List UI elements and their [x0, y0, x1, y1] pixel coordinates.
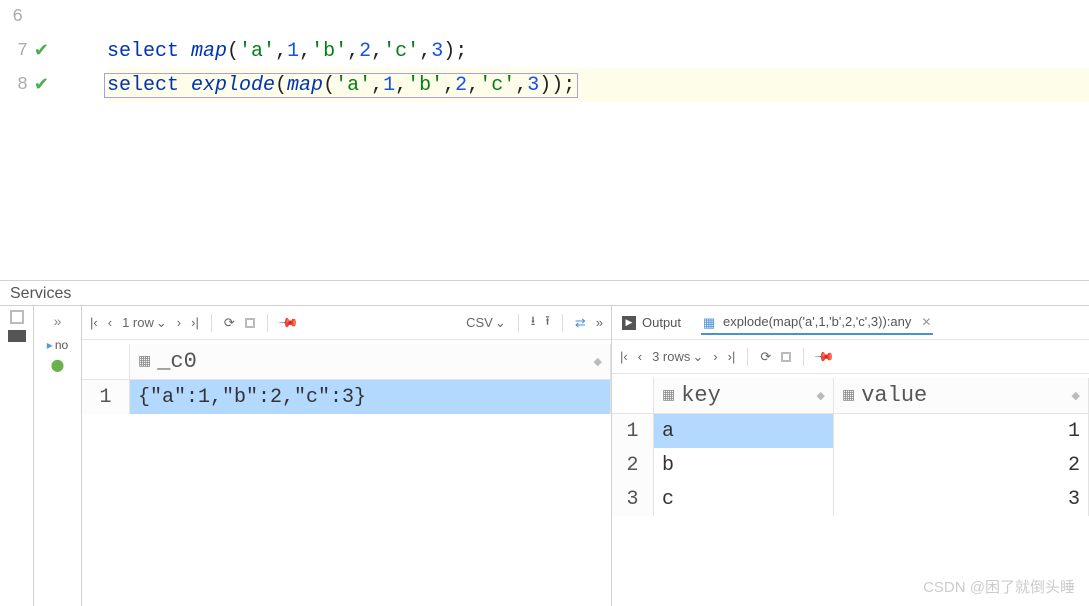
tab-output[interactable]: ▶ Output: [620, 311, 683, 334]
pin-icon[interactable]: 📌: [280, 315, 296, 331]
sort-icon[interactable]: ◆: [594, 355, 602, 369]
panel-icon[interactable]: [8, 330, 26, 342]
refresh-icon[interactable]: ⟳: [760, 349, 771, 365]
tree-item[interactable]: ▸no: [47, 338, 68, 352]
download-icon[interactable]: ⭳: [531, 312, 536, 334]
column-icon: ▦: [842, 387, 855, 404]
column-header-key[interactable]: ▦ key ◆: [654, 378, 834, 413]
cell-value[interactable]: 2: [834, 448, 1089, 482]
watermark: CSDN @困了就倒头睡: [923, 576, 1075, 597]
grid-header: ▦ _c0 ◆: [82, 344, 611, 380]
compare-icon[interactable]: ⇄: [575, 315, 586, 331]
last-page-icon[interactable]: ›|: [728, 349, 736, 364]
right-result-panel: ▶ Output ▦ explode(map('a',1,'b',2,'c',3…: [612, 306, 1089, 606]
stop-icon[interactable]: [10, 310, 24, 324]
column-header-value[interactable]: ▦ value ◆: [834, 378, 1089, 413]
code-line-7[interactable]: select map('a',1,'b',2,'c',3);: [107, 34, 1089, 68]
left-toolbar: |‹ ‹ 1 row ⌄ › ›| ⟳ 📌 CSV ⌄ ⭳ ⭱ ⇄ »: [82, 306, 611, 340]
gutter: 6 7 ✔ 8 ✔: [0, 0, 55, 280]
close-icon[interactable]: ✕: [921, 315, 931, 329]
chevron-down-icon: ⌄: [692, 349, 703, 365]
sort-icon[interactable]: ◆: [817, 389, 825, 403]
chevron-down-icon: ⌄: [495, 315, 506, 331]
tree-item-icon[interactable]: ⬤: [51, 358, 64, 372]
expand-icon[interactable]: »: [47, 310, 69, 332]
table-row[interactable]: 3 c 3: [612, 482, 1089, 516]
table-row[interactable]: 2 b 2: [612, 448, 1089, 482]
row-number[interactable]: 3: [612, 482, 654, 516]
code-editor: 6 7 ✔ 8 ✔ select map('a',1,'b',2,'c',3);…: [0, 0, 1089, 280]
cell-key[interactable]: b: [654, 448, 834, 482]
services-body: » ▸no ⬤ |‹ ‹ 1 row ⌄ › ›| ⟳ 📌 CSV ⌄ ⭳ ⭱ …: [0, 306, 1089, 606]
tab-explode-result[interactable]: ▦ explode(map('a',1,'b',2,'c',3)):any ✕: [701, 310, 933, 335]
row-number[interactable]: 2: [612, 448, 654, 482]
left-grid: ▦ _c0 ◆ 1 {"a":1,"b":2,"c":3}: [82, 340, 611, 418]
column-header-c0[interactable]: ▦ _c0 ◆: [130, 344, 611, 379]
check-icon: ✔: [34, 40, 49, 62]
row-number-header[interactable]: [82, 344, 130, 379]
table-row[interactable]: 1 {"a":1,"b":2,"c":3}: [82, 380, 611, 414]
cell[interactable]: {"a":1,"b":2,"c":3}: [130, 380, 611, 414]
side-tree: » ▸no ⬤: [34, 306, 82, 606]
tool-strip: [0, 306, 34, 606]
row-number-header[interactable]: [612, 378, 654, 413]
left-result-panel: |‹ ‹ 1 row ⌄ › ›| ⟳ 📌 CSV ⌄ ⭳ ⭱ ⇄ » ▦: [82, 306, 612, 606]
sort-icon[interactable]: ◆: [1072, 389, 1080, 403]
prev-page-icon[interactable]: ‹: [638, 349, 642, 364]
services-header[interactable]: Services: [0, 281, 1089, 306]
first-page-icon[interactable]: |‹: [620, 349, 628, 364]
next-page-icon[interactable]: ›: [713, 349, 717, 364]
refresh-icon[interactable]: ⟳: [224, 315, 235, 331]
prev-page-icon[interactable]: ‹: [108, 315, 112, 330]
gutter-line[interactable]: 6: [0, 0, 55, 34]
chevron-down-icon: ⌄: [156, 315, 167, 331]
gutter-line[interactable]: 8 ✔: [0, 68, 55, 102]
row-number[interactable]: 1: [82, 380, 130, 414]
cell-key[interactable]: a: [654, 414, 834, 448]
gutter-line[interactable]: 7 ✔: [0, 34, 55, 68]
line-number: 8: [17, 75, 28, 95]
cell-value[interactable]: 3: [834, 482, 1089, 516]
last-page-icon[interactable]: ›|: [191, 315, 199, 330]
code-line-6[interactable]: [107, 0, 1089, 34]
grid-header: ▦ key ◆ ▦ value ◆: [612, 378, 1089, 414]
upload-icon[interactable]: ⭱: [545, 312, 550, 334]
code-line-8[interactable]: select explode(map('a',1,'b',2,'c',3));: [107, 68, 1089, 102]
more-icon[interactable]: »: [596, 315, 603, 330]
row-count-dropdown[interactable]: 3 rows ⌄: [652, 349, 703, 365]
stop-button-icon[interactable]: [245, 318, 255, 328]
right-grid: ▦ key ◆ ▦ value ◆ 1 a 1 2 b 2: [612, 374, 1089, 520]
stop-button-icon[interactable]: [781, 352, 791, 362]
row-count-dropdown[interactable]: 1 row ⌄: [122, 315, 167, 331]
first-page-icon[interactable]: |‹: [90, 315, 98, 330]
table-row[interactable]: 1 a 1: [612, 414, 1089, 448]
line-number: 6: [12, 7, 23, 27]
cell-value[interactable]: 1: [834, 414, 1089, 448]
code-area[interactable]: select map('a',1,'b',2,'c',3); select ex…: [55, 0, 1089, 280]
next-page-icon[interactable]: ›: [177, 315, 181, 330]
check-icon: ✔: [34, 74, 49, 96]
output-icon: ▶: [622, 316, 636, 330]
pin-icon[interactable]: 📌: [816, 349, 832, 365]
export-format-dropdown[interactable]: CSV ⌄: [466, 315, 506, 331]
row-number[interactable]: 1: [612, 414, 654, 448]
tab-bar: ▶ Output ▦ explode(map('a',1,'b',2,'c',3…: [612, 306, 1089, 340]
cell-key[interactable]: c: [654, 482, 834, 516]
table-icon: ▦: [703, 315, 717, 329]
column-icon: ▦: [138, 353, 151, 370]
line-number: 7: [17, 41, 28, 61]
right-toolbar: |‹ ‹ 3 rows ⌄ › ›| ⟳ 📌: [612, 340, 1089, 374]
column-icon: ▦: [662, 387, 675, 404]
